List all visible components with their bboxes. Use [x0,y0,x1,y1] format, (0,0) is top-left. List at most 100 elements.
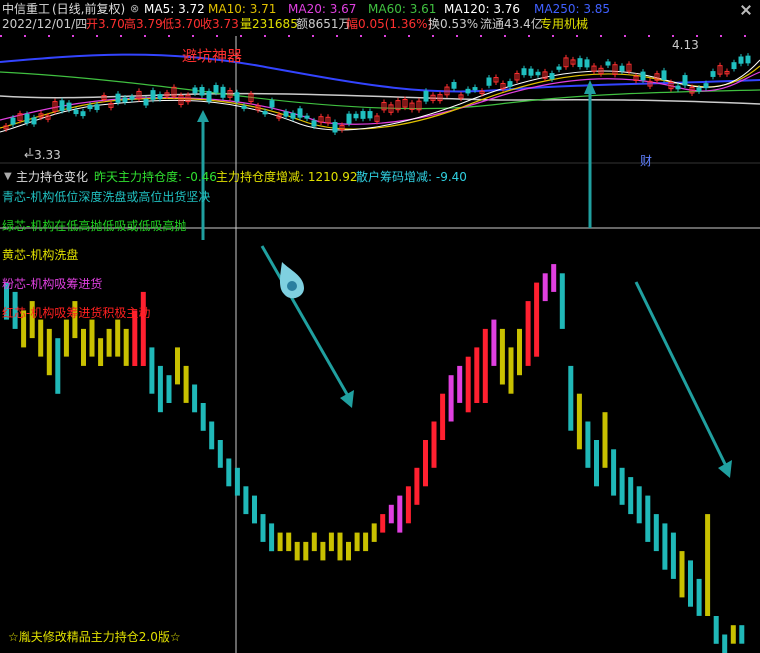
indicator-bar [337,532,343,561]
price-candle [87,104,93,110]
indicator-bar [397,495,403,533]
price-candle [304,115,310,119]
indicator-bar [149,347,155,394]
indicator-bar [192,384,198,413]
indicator-bar [328,532,334,552]
price-candle [507,81,513,87]
price-candle [199,86,205,96]
price-candle [31,117,37,125]
indicator-bar [183,365,189,403]
price-candle [528,68,534,76]
indicator-bar [594,440,599,487]
indicator-bar [696,578,702,616]
price-candle [143,98,149,106]
indicator-bar [226,458,232,487]
indicator-bar [551,264,557,292]
indicator-bar [517,328,522,376]
indicator-bar [670,532,676,579]
indicator-bar [542,273,548,302]
price-candle [213,85,219,93]
indicator-bar [217,440,223,468]
indicator-item-2: 散户筹码增减: -9.40 [356,170,467,184]
indicator-bar [269,523,275,552]
indicator-bar [320,541,326,561]
indicator-bar [636,486,642,524]
price-candle [465,88,471,94]
price-candle [640,71,646,81]
indicator-bar [491,319,497,366]
price-candle [619,65,625,72]
indicator-bar [730,625,736,644]
indicator-bar [157,365,163,413]
price-candle [696,87,702,92]
legend-pink: 粉芯-机构吸筹进货 [2,277,103,291]
indicator-bar [346,541,351,561]
chart-canvas[interactable] [0,0,760,653]
price-candle [24,113,30,124]
indicator-bar [405,486,411,524]
indicator-bar [457,365,463,403]
indicator-bar [722,634,728,653]
down-arrow-middle [260,245,354,408]
price-candle [353,113,359,119]
price-candle [80,111,86,117]
indicator-item-0: 昨天主力持仓度: -0.46 [94,170,217,184]
price-candle [682,75,688,86]
low-price-marker: ←3.33 [24,148,61,162]
price-candle [73,109,79,115]
indicator-bar [175,347,180,385]
price-candle [129,96,135,100]
price-candle [220,86,226,98]
price-candle [367,111,373,119]
price-candle [703,83,709,89]
indicator-bar [662,523,668,570]
price-candle [360,111,366,119]
indicator-bar [363,532,369,552]
indicator-bar [123,328,129,366]
price-candle [311,120,317,127]
indicator-bar [585,421,591,468]
finance-marker[interactable]: 财 [640,154,652,168]
indicator-bar [679,551,685,598]
water-drop-icon [280,262,304,299]
price-candle [731,62,737,70]
price-candle [584,59,590,68]
indicator-bar [55,338,61,394]
price-candle [150,90,156,100]
indicator-bar [46,328,52,376]
price-candle [577,58,583,68]
indicator-bar [140,291,146,366]
indicator-bar [628,477,634,515]
price-candle [332,122,338,133]
indicator-bar [252,495,257,524]
price-candle [66,102,72,111]
ma250-line [0,53,760,93]
indicator-bar [705,514,711,616]
price-candle [10,117,16,125]
indicator-bar [277,532,283,552]
indicator-bar [98,338,104,366]
price-candle [94,104,100,111]
indicator-bar [354,532,360,552]
price-candle [269,100,275,108]
price-candle [241,105,247,109]
indicator-bar [440,393,446,440]
indicator-bar [653,514,659,552]
price-candle [472,87,478,91]
price-candle [710,71,716,77]
indicator-bar [508,347,514,394]
indicator-bar [81,328,86,366]
indicator-settings-icon[interactable]: ▼ [4,170,12,184]
indicator-bar [371,523,377,542]
price-candle [290,112,296,119]
indicator-name[interactable]: 主力持仓变化 [16,170,88,184]
price-candle [675,85,681,90]
indicator-bar [465,356,471,413]
indicator-bar [474,347,480,403]
indicator-bar [482,328,488,403]
indicator-bar [63,319,69,357]
indicator-bar [286,532,292,552]
down-arrow-right [634,281,732,478]
indicator-header: ▼ 主力持仓变化 昨天主力持仓度: -0.46 主力持仓度增减: 1210.92… [0,170,760,186]
indicator-item-1: 主力持仓度增减: 1210.92 [216,170,358,184]
